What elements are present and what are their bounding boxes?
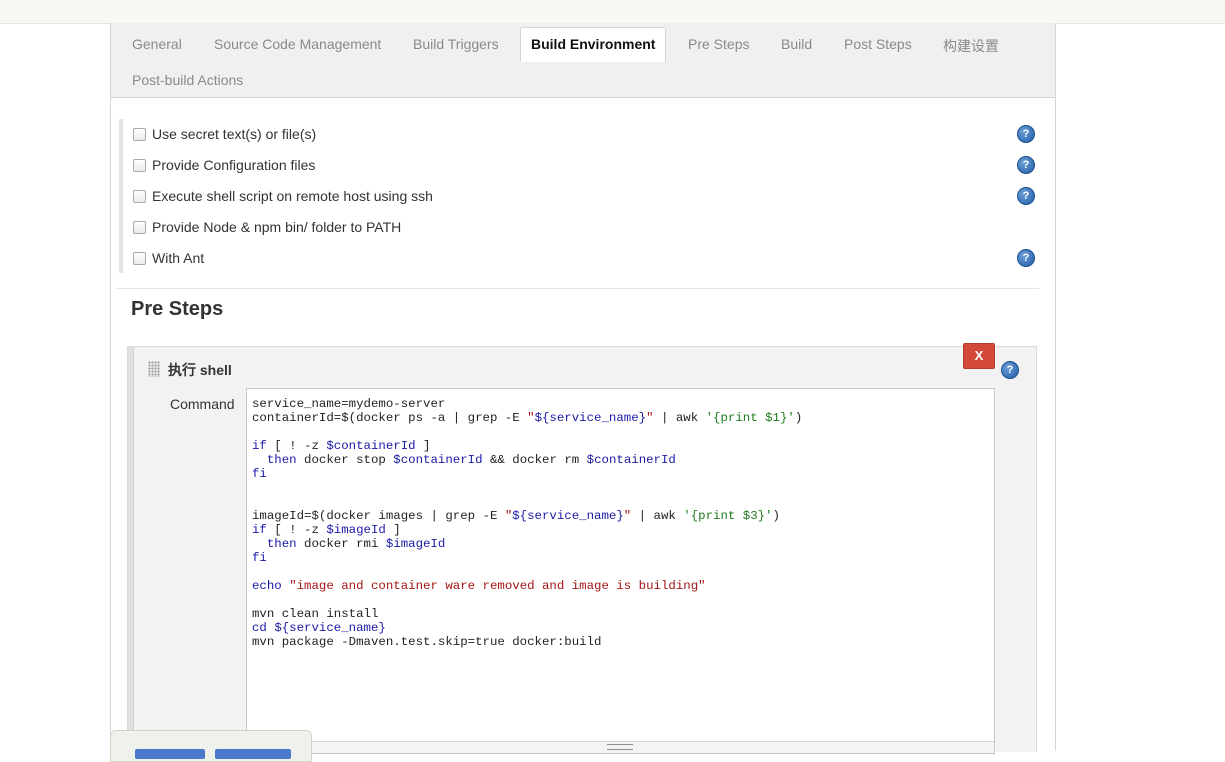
tab-general[interactable]: General bbox=[132, 36, 182, 52]
top-bar bbox=[0, 0, 1225, 24]
command-line: imageId=$(docker images | grep -E "${ser… bbox=[252, 509, 780, 523]
provide-configuration-files-checkbox[interactable] bbox=[133, 159, 146, 172]
option-label: Provide Node & npm bin/ folder to PATH bbox=[152, 219, 402, 235]
command-line: then docker stop $containerId && docker … bbox=[266, 453, 676, 467]
command-line: containerId=$(docker ps -a | grep -E "${… bbox=[252, 411, 803, 425]
with-ant-checkbox[interactable] bbox=[133, 252, 146, 265]
tab-post-steps[interactable]: Post Steps bbox=[844, 36, 912, 52]
tab-source-code-management[interactable]: Source Code Management bbox=[214, 36, 381, 52]
config-tab-bar: General Source Code Management Build Tri… bbox=[111, 23, 1055, 98]
option-label: Provide Configuration files bbox=[152, 157, 316, 173]
command-line: mvn clean install bbox=[252, 607, 379, 621]
command-line: echo "image and container ware removed a… bbox=[252, 579, 706, 593]
help-icon[interactable]: ? bbox=[1017, 187, 1035, 205]
option-label: Execute shell script on remote host usin… bbox=[152, 188, 433, 204]
help-icon[interactable]: ? bbox=[1001, 361, 1019, 379]
tab-build-triggers[interactable]: Build Triggers bbox=[413, 36, 499, 52]
command-line: mvn package -Dmaven.test.skip=true docke… bbox=[252, 635, 602, 649]
builder-title: 执行 shell bbox=[168, 362, 232, 378]
textarea-resize-bar[interactable] bbox=[247, 741, 994, 753]
option-label: With Ant bbox=[152, 250, 205, 266]
use-secret-text-checkbox[interactable] bbox=[133, 128, 146, 141]
tab-pre-steps[interactable]: Pre Steps bbox=[688, 36, 749, 52]
command-line: fi bbox=[252, 467, 267, 481]
command-label: Command bbox=[170, 396, 235, 412]
pre-steps-heading: Pre Steps bbox=[131, 298, 224, 320]
help-icon[interactable]: ? bbox=[1017, 125, 1035, 143]
tab-build-settings[interactable]: 构建设置 bbox=[943, 36, 999, 56]
builder-body: 执行 shell X ? Command service_name=mydemo… bbox=[133, 343, 1037, 754]
command-textarea[interactable]: service_name=mydemo-server containerId=$… bbox=[246, 388, 995, 754]
command-line: if [ ! -z $containerId ] bbox=[252, 439, 431, 453]
option-label: Use secret text(s) or file(s) bbox=[152, 126, 317, 142]
command-line: cd ${service_name} bbox=[252, 621, 386, 635]
tab-post-build-actions[interactable]: Post-build Actions bbox=[132, 72, 243, 88]
command-line: if [ ! -z $imageId ] bbox=[252, 523, 401, 537]
config-panel: General Source Code Management Build Tri… bbox=[110, 23, 1056, 754]
execute-shell-builder: 执行 shell X ? Command service_name=mydemo… bbox=[127, 343, 1037, 754]
resize-grip-icon[interactable] bbox=[607, 744, 633, 750]
command-line: service_name=mydemo-server bbox=[252, 397, 446, 411]
execute-shell-remote-ssh-checkbox[interactable] bbox=[133, 190, 146, 203]
command-code[interactable]: service_name=mydemo-server containerId=$… bbox=[252, 397, 802, 649]
bottom-action-bar bbox=[110, 730, 312, 762]
provide-node-npm-checkbox[interactable] bbox=[133, 221, 146, 234]
drag-handle-icon[interactable] bbox=[148, 361, 160, 377]
command-line: then docker rmi $imageId bbox=[266, 537, 446, 551]
help-icon[interactable]: ? bbox=[1017, 249, 1035, 267]
help-icon[interactable]: ? bbox=[1017, 156, 1035, 174]
section-divider bbox=[116, 288, 1039, 289]
delete-step-button[interactable]: X bbox=[963, 343, 995, 369]
command-line: fi bbox=[252, 551, 267, 565]
tab-build-environment[interactable]: Build Environment bbox=[520, 27, 667, 62]
build-environment-section-stripe bbox=[119, 119, 123, 273]
tab-build[interactable]: Build bbox=[781, 36, 812, 52]
